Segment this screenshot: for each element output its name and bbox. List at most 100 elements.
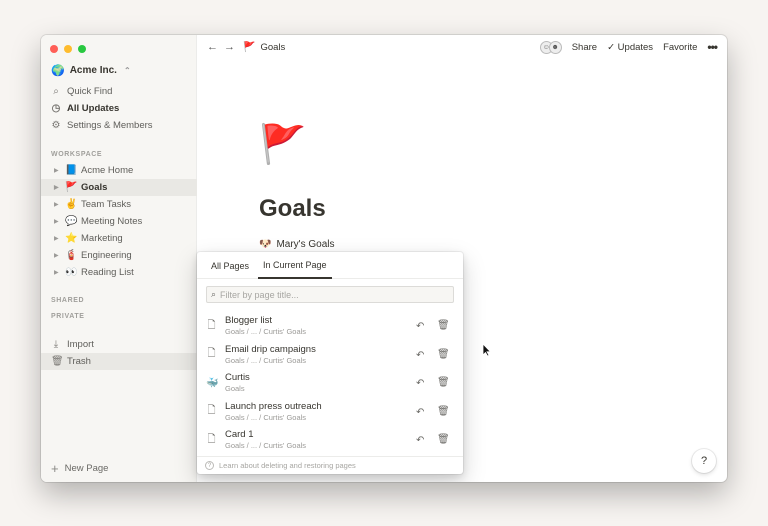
expand-triangle-icon[interactable]: ▶ (54, 269, 64, 276)
filter-input[interactable] (220, 289, 441, 300)
restore-icon[interactable]: ↶ (416, 407, 424, 418)
item-path: Goals / ... / Curtis' Goals (225, 355, 307, 365)
sidebar-page-acme-home[interactable]: ▶ 📘 Acme Home (41, 162, 197, 179)
flag-icon: 🚩 (243, 41, 256, 53)
item-path: Goals (225, 384, 245, 394)
restore-icon[interactable]: ↶ (416, 378, 424, 389)
tab-in-current-page[interactable]: In Current Page (258, 252, 332, 279)
collaborator-avatars[interactable]: ☺ ☻ (539, 40, 562, 54)
breadcrumb[interactable]: 🚩 Goals (243, 42, 285, 53)
sidebar-page-meeting-notes[interactable]: ▶ 💬 Meeting Notes (41, 213, 197, 230)
delete-icon[interactable]: 🗑 (437, 349, 450, 360)
page-icon: 🗋 (207, 405, 216, 417)
page-icon-flag[interactable]: 🚩 (259, 123, 306, 167)
tab-all-pages[interactable]: All Pages (206, 252, 254, 279)
checkmark-icon: ✓ (607, 41, 616, 53)
forward-arrow-icon[interactable]: → (224, 41, 235, 53)
item-path: Goals / ... / Curtis' Goals (225, 441, 307, 451)
restore-icon[interactable]: ↶ (416, 435, 424, 446)
more-options-icon[interactable]: ••• (707, 40, 718, 54)
expand-triangle-icon[interactable]: ▶ (54, 235, 64, 242)
restore-icon[interactable]: ↶ (416, 350, 424, 361)
sidebar-page-label: Marketing (81, 233, 123, 244)
sidebar-import[interactable]: ⤓ Import (51, 336, 94, 352)
close-window-button[interactable] (50, 45, 58, 53)
item-title: Card 1 (225, 429, 254, 441)
section-label-workspace: WORKSPACE (51, 151, 103, 158)
updates-button[interactable]: ✓ Updates (607, 42, 653, 53)
expand-triangle-icon[interactable]: ▶ (54, 218, 64, 225)
sidebar: 🌍 Acme Inc. ⌃ ⌕ Quick Find ◷ All Updates… (41, 35, 197, 482)
sidebar-page-label: Acme Home (81, 165, 134, 176)
chevron-updown-icon: ⌃ (123, 66, 131, 75)
page-icon: 🗋 (207, 348, 216, 360)
sidebar-page-marketing[interactable]: ▶ ⭐ Marketing (41, 230, 197, 247)
delete-icon[interactable]: 🗑 (437, 434, 450, 445)
sidebar-quick-find-label: Quick Find (67, 85, 113, 97)
updates-label: Updates (617, 41, 654, 53)
delete-icon[interactable]: 🗑 (437, 406, 450, 417)
sidebar-page-goals[interactable]: ▶ 🚩 Goals (41, 179, 197, 196)
sidebar-settings[interactable]: ⚙ Settings & Members (51, 117, 153, 133)
learn-label: Learn about deleting and restoring pages (219, 461, 356, 470)
sidebar-page-reading-list[interactable]: ▶ 👀 Reading List (41, 264, 197, 281)
globe-icon: 🌍 (51, 65, 65, 77)
topbar-actions: ☺ ☻ Share ✓ Updates Favorite ••• (539, 40, 718, 54)
page-title[interactable]: Goals (259, 195, 326, 223)
list-item[interactable]: 🗋 Card 1 Goals / ... / Curtis' Goals ↶ 🗑 (197, 426, 463, 455)
trash-popup: All Pages In Current Page ⌕ 🗋 Blogger li… (197, 252, 463, 474)
sidebar-page-label: Engineering (81, 250, 132, 261)
item-title: Blogger list (225, 315, 272, 327)
sidebar-page-team-tasks[interactable]: ▶ ✌️ Team Tasks (41, 196, 197, 213)
topbar: ← → 🚩 Goals ☺ ☻ Share ✓ Updates Favorite… (197, 35, 727, 59)
page-icon: 🗋 (207, 319, 216, 331)
minimize-window-button[interactable] (64, 45, 72, 53)
favorite-button[interactable]: Favorite (663, 42, 697, 53)
trash-icon: 🗑 (51, 356, 64, 367)
sidebar-quick-find[interactable]: ⌕ Quick Find (51, 83, 112, 99)
expand-triangle-icon[interactable]: ▶ (54, 184, 64, 191)
list-item[interactable]: 🗋 Blogger list Goals / ... / Curtis' Goa… (197, 312, 463, 341)
share-button[interactable]: Share (572, 42, 597, 53)
learn-link[interactable]: ? Learn about deleting and restoring pag… (197, 456, 463, 474)
book-icon: 📘 (65, 165, 78, 176)
mouse-cursor-icon (482, 343, 492, 357)
sidebar-trash-label: Trash (67, 356, 91, 367)
search-icon: ⌕ (211, 289, 217, 299)
eyes-icon: 👀 (65, 267, 78, 278)
gear-icon: ⚙ (51, 119, 61, 131)
expand-triangle-icon[interactable]: ▶ (54, 201, 64, 208)
list-item[interactable]: 🗋 Email drip campaigns Goals / ... / Cur… (197, 341, 463, 370)
star-icon: ⭐ (65, 233, 78, 244)
trash-tabs: All Pages In Current Page (197, 252, 463, 279)
expand-triangle-icon[interactable]: ▶ (54, 167, 64, 174)
sidebar-import-label: Import (67, 338, 94, 350)
expand-triangle-icon[interactable]: ▶ (54, 252, 64, 259)
filter-field[interactable]: ⌕ (206, 286, 454, 303)
sidebar-all-updates-label: All Updates (67, 102, 120, 114)
flag-icon: 🚩 (65, 182, 78, 193)
sidebar-page-label: Team Tasks (81, 199, 131, 210)
delete-icon[interactable]: 🗑 (437, 320, 450, 331)
sidebar-all-updates[interactable]: ◷ All Updates (51, 100, 120, 116)
new-page-label: New Page (64, 463, 109, 474)
sidebar-trash[interactable]: 🗑 Trash (41, 353, 197, 370)
trash-list: 🗋 Blogger list Goals / ... / Curtis' Goa… (197, 312, 463, 455)
subpage-label: Mary's Goals (276, 239, 335, 250)
import-icon: ⤓ (53, 338, 59, 350)
plus-icon: + (51, 461, 59, 476)
avatar: ☻ (548, 40, 562, 54)
restore-icon[interactable]: ↶ (416, 321, 424, 332)
delete-icon[interactable]: 🗑 (437, 377, 450, 388)
item-title: Curtis (225, 372, 250, 384)
sidebar-page-engineering[interactable]: ▶ 🧯 Engineering (41, 247, 197, 264)
help-button[interactable]: ? (692, 449, 716, 473)
list-item[interactable]: 🗋 Launch press outreach Goals / ... / Cu… (197, 398, 463, 427)
list-item[interactable]: 🐳 Curtis Goals ↶ 🗑 (197, 369, 463, 398)
breadcrumb-title: Goals (260, 41, 286, 53)
new-page-button[interactable]: + New Page (51, 461, 108, 476)
back-arrow-icon[interactable]: ← (207, 41, 218, 53)
subpage-link[interactable]: 🐶 Mary's Goals (259, 239, 335, 250)
workspace-switcher[interactable]: 🌍 Acme Inc. ⌃ (51, 64, 131, 77)
zoom-window-button[interactable] (78, 45, 86, 53)
